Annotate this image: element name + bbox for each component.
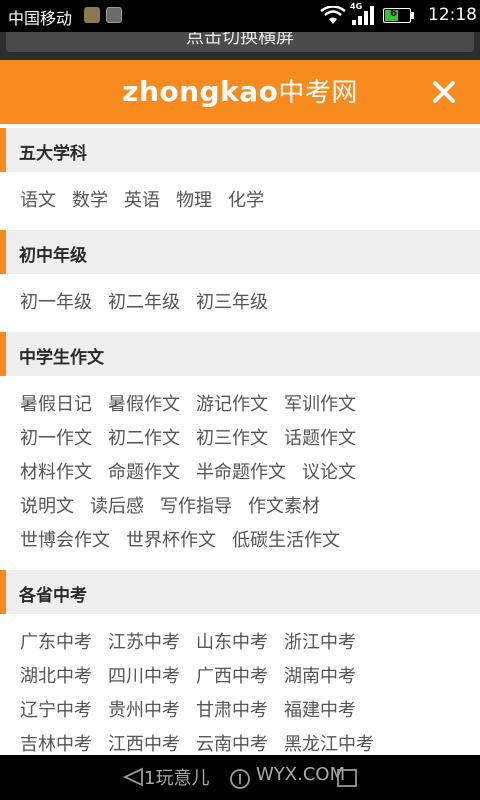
category-link[interactable]: 话题作文	[284, 422, 356, 456]
back-icon[interactable]	[122, 766, 144, 788]
category-link[interactable]: 军训作文	[284, 388, 356, 422]
category-link[interactable]: 辽宁中考	[20, 694, 92, 728]
section-links: 广东中考 江苏中考 山东中考 浙江中考 湖北中考 四川中考 广西中考 湖南中考 辽宁中考 贵州中考…	[0, 614, 480, 774]
section-links: 语文 数学 英语 物理 化学	[0, 172, 480, 230]
home-icon[interactable]	[228, 767, 252, 791]
category-link[interactable]: 初一作文	[20, 422, 92, 456]
watermark-left: 1玩意儿	[144, 768, 210, 789]
battery-icon: 61	[383, 8, 411, 23]
category-link[interactable]: 世界杯作文	[126, 524, 216, 558]
category-menu: 五大学科语文 数学 英语 物理 化学初中年级初一年级 初二年级 初三年级中学生作文暑假日记暑…	[0, 128, 480, 774]
section-title: 各省中考	[19, 586, 87, 606]
bottom-nav-bar: 1玩意儿 WYX.COM	[0, 755, 480, 800]
notification-image-icon	[106, 7, 122, 23]
category-link[interactable]: 英语	[124, 184, 160, 218]
link-row: 辽宁中考 贵州中考 甘肃中考 福建中考	[20, 694, 480, 728]
category-link[interactable]: 说明文	[20, 490, 74, 524]
category-link[interactable]: 物理	[176, 184, 212, 218]
carrier-label: 中国移动	[8, 9, 73, 28]
link-row: 暑假日记 暑假作文 游记作文 军训作文	[20, 388, 480, 422]
link-row: 湖北中考 四川中考 广西中考 湖南中考	[20, 660, 480, 694]
link-row: 初一年级 初二年级 初三年级	[20, 286, 480, 320]
category-link[interactable]: 暑假日记	[20, 388, 92, 422]
logo-cn-text: 中考网	[278, 78, 358, 108]
category-link[interactable]: 低碳生活作文	[232, 524, 340, 558]
category-link[interactable]: 材料作文	[20, 456, 92, 490]
category-link[interactable]: 广东中考	[20, 626, 92, 660]
rotate-banner: 点击切换横屏	[0, 32, 480, 60]
link-row: 广东中考 江苏中考 山东中考 浙江中考	[20, 626, 480, 660]
watermark-right: WYX.COM	[256, 764, 346, 785]
category-link[interactable]: 世博会作文	[20, 524, 110, 558]
category-link[interactable]: 初三作文	[196, 422, 268, 456]
section-header: 初中年级	[0, 230, 480, 274]
battery-level-label: 61	[390, 8, 404, 19]
category-link[interactable]: 福建中考	[284, 694, 356, 728]
link-row: 材料作文 命题作文 半命题作文 议论文	[20, 456, 480, 490]
logo-en-text: zhongkao	[122, 75, 279, 108]
rotate-screen-button[interactable]: 点击切换横屏	[6, 32, 474, 52]
category-link[interactable]: 命题作文	[108, 456, 180, 490]
category-link[interactable]: 江苏中考	[108, 626, 180, 660]
section-header: 各省中考	[0, 570, 480, 614]
category-link[interactable]: 读后感	[90, 490, 144, 524]
category-link[interactable]: 四川中考	[108, 660, 180, 694]
section-title: 初中年级	[19, 246, 87, 266]
battery-tip	[411, 12, 414, 19]
site-header: zhongkao中考网	[0, 60, 480, 124]
section-links: 暑假日记 暑假作文 游记作文 军训作文 初一作文 初二作文 初三作文 话题作文 材料作文 命题作文…	[0, 376, 480, 570]
category-link[interactable]: 湖南中考	[284, 660, 356, 694]
section-title: 五大学科	[19, 144, 87, 164]
category-link[interactable]: 语文	[20, 184, 56, 218]
signal-icon	[352, 6, 374, 25]
category-link[interactable]: 甘肃中考	[196, 694, 268, 728]
category-link[interactable]: 作文素材	[248, 490, 320, 524]
category-link[interactable]: 广西中考	[196, 660, 268, 694]
category-link[interactable]: 初三年级	[196, 286, 268, 320]
section-header: 五大学科	[0, 128, 480, 172]
section-header: 中学生作文	[0, 332, 480, 376]
category-link[interactable]: 半命题作文	[196, 456, 286, 490]
section-title: 中学生作文	[19, 348, 104, 368]
recent-apps-icon[interactable]	[336, 768, 358, 788]
category-link[interactable]: 山东中考	[196, 626, 268, 660]
link-row: 世博会作文 世界杯作文 低碳生活作文	[20, 524, 480, 558]
category-link[interactable]: 初二年级	[108, 286, 180, 320]
category-link[interactable]: 数学	[72, 184, 108, 218]
link-row: 语文 数学 英语 物理 化学	[20, 184, 480, 218]
section-links: 初一年级 初二年级 初三年级	[0, 274, 480, 332]
link-row: 初一作文 初二作文 初三作文 话题作文	[20, 422, 480, 456]
category-link[interactable]: 贵州中考	[108, 694, 180, 728]
notification-app-icon	[84, 7, 100, 23]
category-link[interactable]: 议论文	[302, 456, 356, 490]
wifi-icon	[320, 6, 346, 24]
link-row: 说明文 读后感 写作指导 作文素材	[20, 490, 480, 524]
category-link[interactable]: 暑假作文	[108, 388, 180, 422]
category-link[interactable]: 写作指导	[160, 490, 232, 524]
category-link[interactable]: 化学	[228, 184, 264, 218]
category-link[interactable]: 游记作文	[196, 388, 268, 422]
category-link[interactable]: 初二作文	[108, 422, 180, 456]
clock: 12:18	[428, 5, 477, 25]
category-link[interactable]: 初一年级	[20, 286, 92, 320]
status-bar: 中国移动 4G 61 12:18	[0, 0, 480, 32]
category-link[interactable]: 浙江中考	[284, 626, 356, 660]
close-icon[interactable]	[428, 76, 460, 108]
category-link[interactable]: 湖北中考	[20, 660, 92, 694]
site-logo[interactable]: zhongkao中考网	[0, 72, 480, 109]
